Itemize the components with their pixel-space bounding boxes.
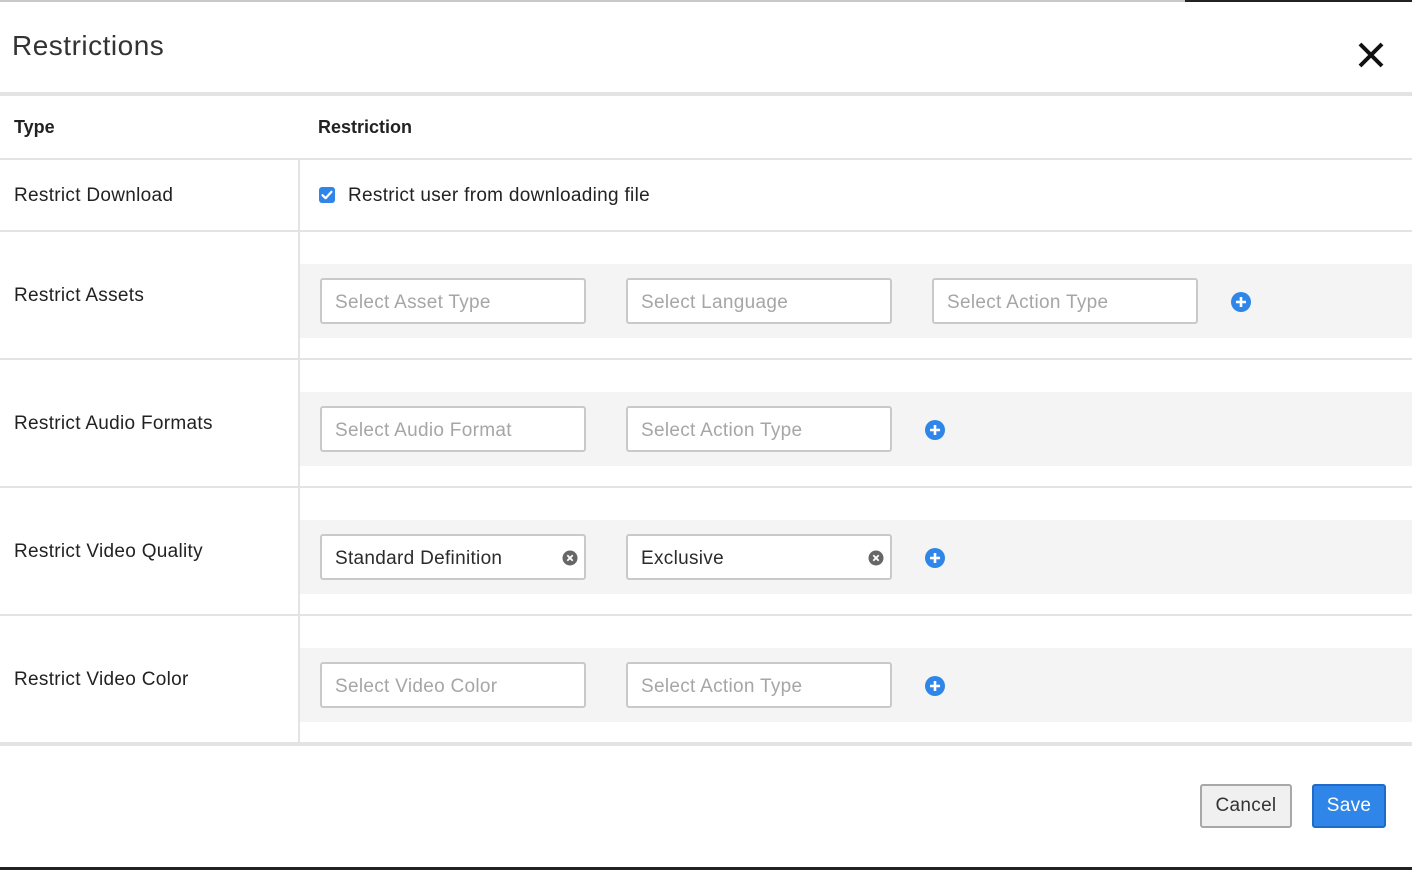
column-header-restriction: Restriction — [318, 117, 413, 137]
cancel-button[interactable]: Cancel — [1200, 784, 1292, 828]
modal-title: Restrictions — [12, 30, 165, 61]
video-quality-action-type-select[interactable]: Exclusive — [626, 534, 892, 580]
row-divider — [0, 230, 1412, 232]
plus-circle-icon — [925, 676, 945, 696]
plus-circle-icon — [925, 420, 945, 440]
restrict-download-checkbox-label[interactable]: Restrict user from downloading file — [348, 185, 650, 207]
audio-action-type-select[interactable]: Select Action Type — [626, 406, 892, 452]
assets-action-type-placeholder: Select Action Type — [947, 292, 1109, 313]
assets-action-type-select[interactable]: Select Action Type — [932, 278, 1198, 324]
audio-action-type-placeholder: Select Action Type — [641, 420, 803, 441]
x-circle-icon[interactable] — [868, 550, 884, 566]
row-label-restrict-assets: Restrict Assets — [14, 285, 145, 306]
add-audio-restriction-button[interactable] — [925, 420, 945, 440]
video-quality-action-type-value: Exclusive — [641, 548, 724, 569]
plus-circle-icon — [1231, 292, 1251, 312]
video-color-action-type-select[interactable]: Select Action Type — [626, 662, 892, 708]
audio-format-select[interactable]: Select Audio Format — [320, 406, 586, 452]
video-color-action-type-placeholder: Select Action Type — [641, 676, 803, 697]
row-label-restrict-download: Restrict Download — [14, 185, 174, 206]
add-asset-restriction-button[interactable] — [1231, 292, 1251, 312]
restrict-download-checkbox[interactable] — [319, 187, 335, 203]
close-icon — [1358, 42, 1384, 68]
row-label-restrict-video-color: Restrict Video Color — [14, 669, 189, 690]
row-divider — [0, 486, 1412, 488]
x-circle-icon[interactable] — [562, 550, 578, 566]
row-label-restrict-audio-formats: Restrict Audio Formats — [14, 413, 213, 434]
close-button[interactable] — [1352, 36, 1390, 74]
video-color-placeholder: Select Video Color — [335, 676, 498, 697]
save-button[interactable]: Save — [1312, 784, 1386, 828]
language-placeholder: Select Language — [641, 292, 789, 313]
row-label-restrict-video-quality: Restrict Video Quality — [14, 541, 203, 562]
asset-type-placeholder: Select Asset Type — [335, 292, 491, 313]
language-select[interactable]: Select Language — [626, 278, 892, 324]
video-color-select[interactable]: Select Video Color — [320, 662, 586, 708]
row-divider — [0, 358, 1412, 360]
table-bottom-divider — [0, 742, 1412, 746]
add-video-color-restriction-button[interactable] — [925, 676, 945, 696]
checkbox-checked-icon — [321, 190, 333, 200]
add-video-quality-restriction-button[interactable] — [925, 548, 945, 568]
row-divider — [0, 614, 1412, 616]
video-quality-value: Standard Definition — [335, 548, 503, 569]
video-quality-select[interactable]: Standard Definition — [320, 534, 586, 580]
asset-type-select[interactable]: Select Asset Type — [320, 278, 586, 324]
plus-circle-icon — [925, 548, 945, 568]
column-header-type: Type — [14, 117, 55, 137]
audio-format-placeholder: Select Audio Format — [335, 420, 512, 441]
modal-header: Restrictions — [0, 2, 1412, 94]
header-divider — [0, 92, 1412, 96]
row-divider — [0, 158, 1412, 160]
